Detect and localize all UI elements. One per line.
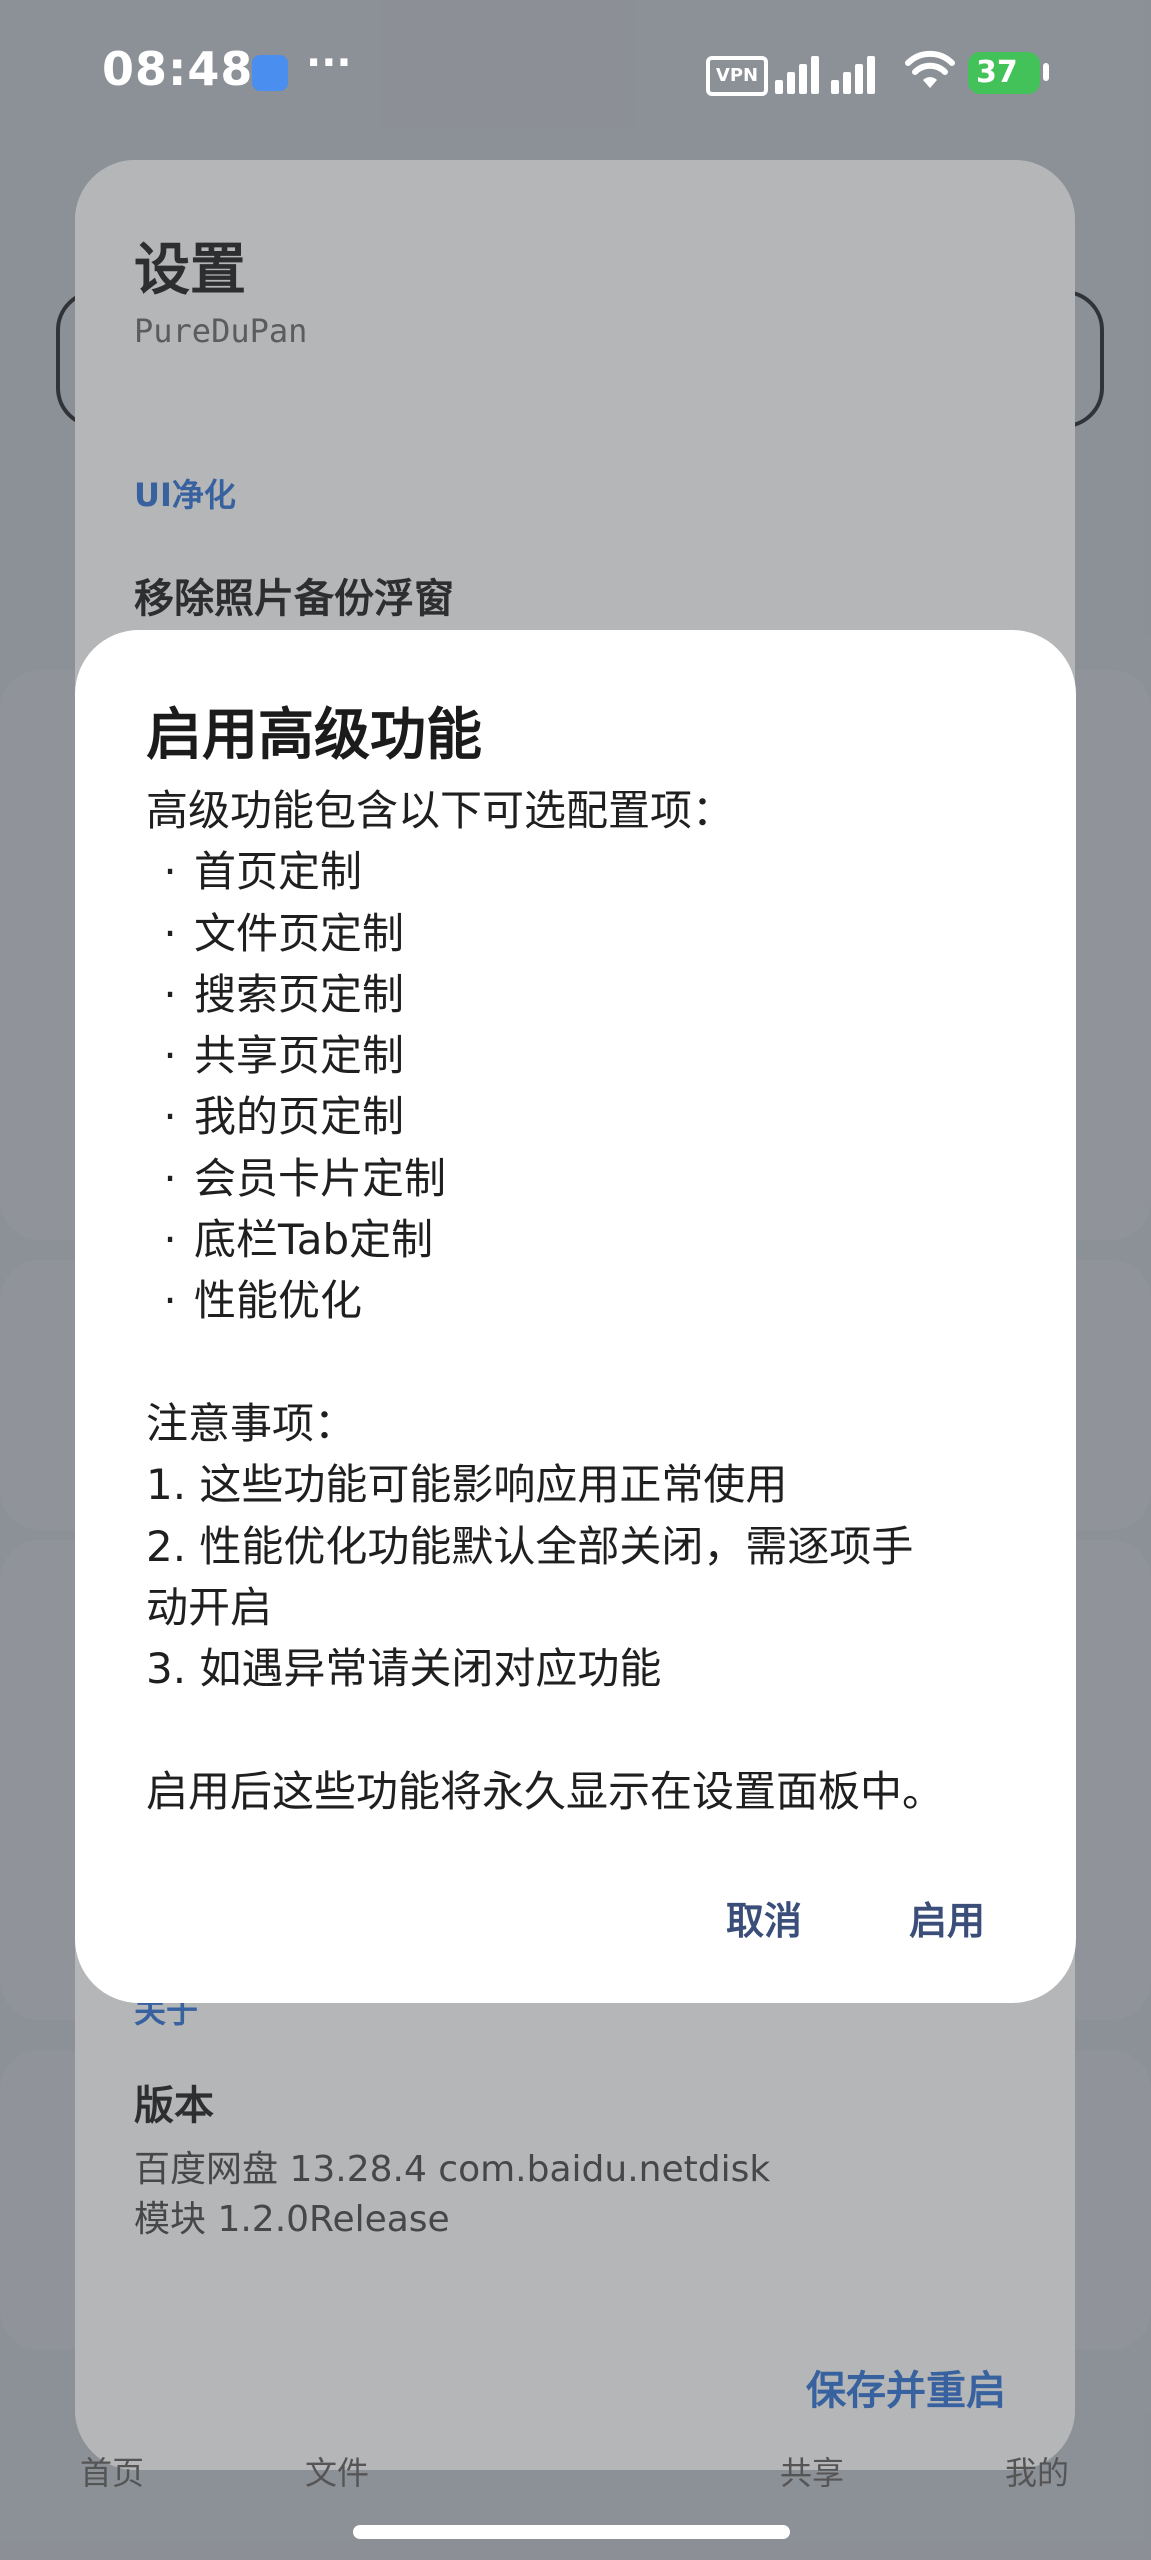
bullet: ·: [163, 1031, 177, 1081]
bullet: ·: [163, 1153, 177, 1203]
item-label: 我的页定制: [194, 1092, 405, 1142]
bullet: ·: [163, 847, 177, 897]
list-item: · 底栏Tab定制: [146, 1209, 1026, 1270]
item-label: 会员卡片定制: [194, 1153, 447, 1203]
vpn-icon: VPN: [706, 56, 768, 96]
nav-home[interactable]: 首页: [80, 2448, 144, 2494]
nav-share[interactable]: 共享: [780, 2448, 844, 2494]
battery-level: 37: [976, 55, 1018, 90]
note-3: 3. 如遇异常请关闭对应功能: [146, 1644, 662, 1694]
list-item: · 共享页定制: [146, 1025, 1026, 1086]
dialog-message: 高级功能包含以下可选配置项： · 首页定制 · 文件页定制 · 搜索页定制 · 共享页定…: [146, 780, 1026, 1822]
item-label: 搜索页定制: [194, 969, 405, 1019]
list-item: · 我的页定制: [146, 1086, 1026, 1147]
notes-title: 注意事项：: [146, 1398, 357, 1448]
item-label: 首页定制: [194, 847, 363, 897]
bullet: ·: [163, 1276, 177, 1326]
battery-icon: 37: [968, 52, 1040, 94]
more-notifications-indicator: ···: [306, 40, 352, 86]
cancel-button[interactable]: 取消: [726, 1890, 802, 1945]
item-label: 共享页定制: [194, 1031, 405, 1081]
bullet: ·: [163, 969, 177, 1019]
wifi-icon: [905, 50, 955, 88]
dialog-title: 启用高级功能: [146, 703, 482, 768]
dialog-intro: 高级功能包含以下可选配置项：: [146, 786, 735, 835]
app-notification-icon: [252, 55, 288, 91]
battery-cap: [1043, 63, 1049, 81]
dialog-footer: 启用后这些功能将永久显示在设置面板中。: [146, 1766, 945, 1816]
list-item: · 首页定制: [146, 841, 1026, 902]
list-item: · 性能优化: [146, 1270, 1026, 1331]
status-bar: 08:48 ··· VPN 37: [0, 0, 1151, 150]
note-1: 1. 这些功能可能影响应用正常使用: [146, 1460, 788, 1510]
list-item: · 文件页定制: [146, 903, 1026, 964]
note-2-line-1: 2. 性能优化功能默认全部关闭，需逐项手: [146, 1521, 914, 1571]
bullet: ·: [163, 908, 177, 958]
nav-files[interactable]: 文件: [305, 2448, 369, 2494]
clock: 08:48: [102, 42, 254, 96]
list-item: · 搜索页定制: [146, 964, 1026, 1025]
signal-icon: [775, 56, 875, 94]
note-2-line-2: 动开启: [146, 1582, 273, 1632]
item-label: 文件页定制: [194, 908, 405, 958]
nav-mine[interactable]: 我的: [1005, 2448, 1069, 2494]
enable-button[interactable]: 启用: [909, 1890, 985, 1945]
item-label: 性能优化: [194, 1276, 363, 1326]
bullet: ·: [163, 1092, 177, 1142]
list-item: · 会员卡片定制: [146, 1148, 1026, 1209]
gesture-bar[interactable]: [353, 2525, 790, 2539]
item-label: 底栏Tab定制: [194, 1215, 434, 1265]
bullet: ·: [163, 1215, 177, 1265]
